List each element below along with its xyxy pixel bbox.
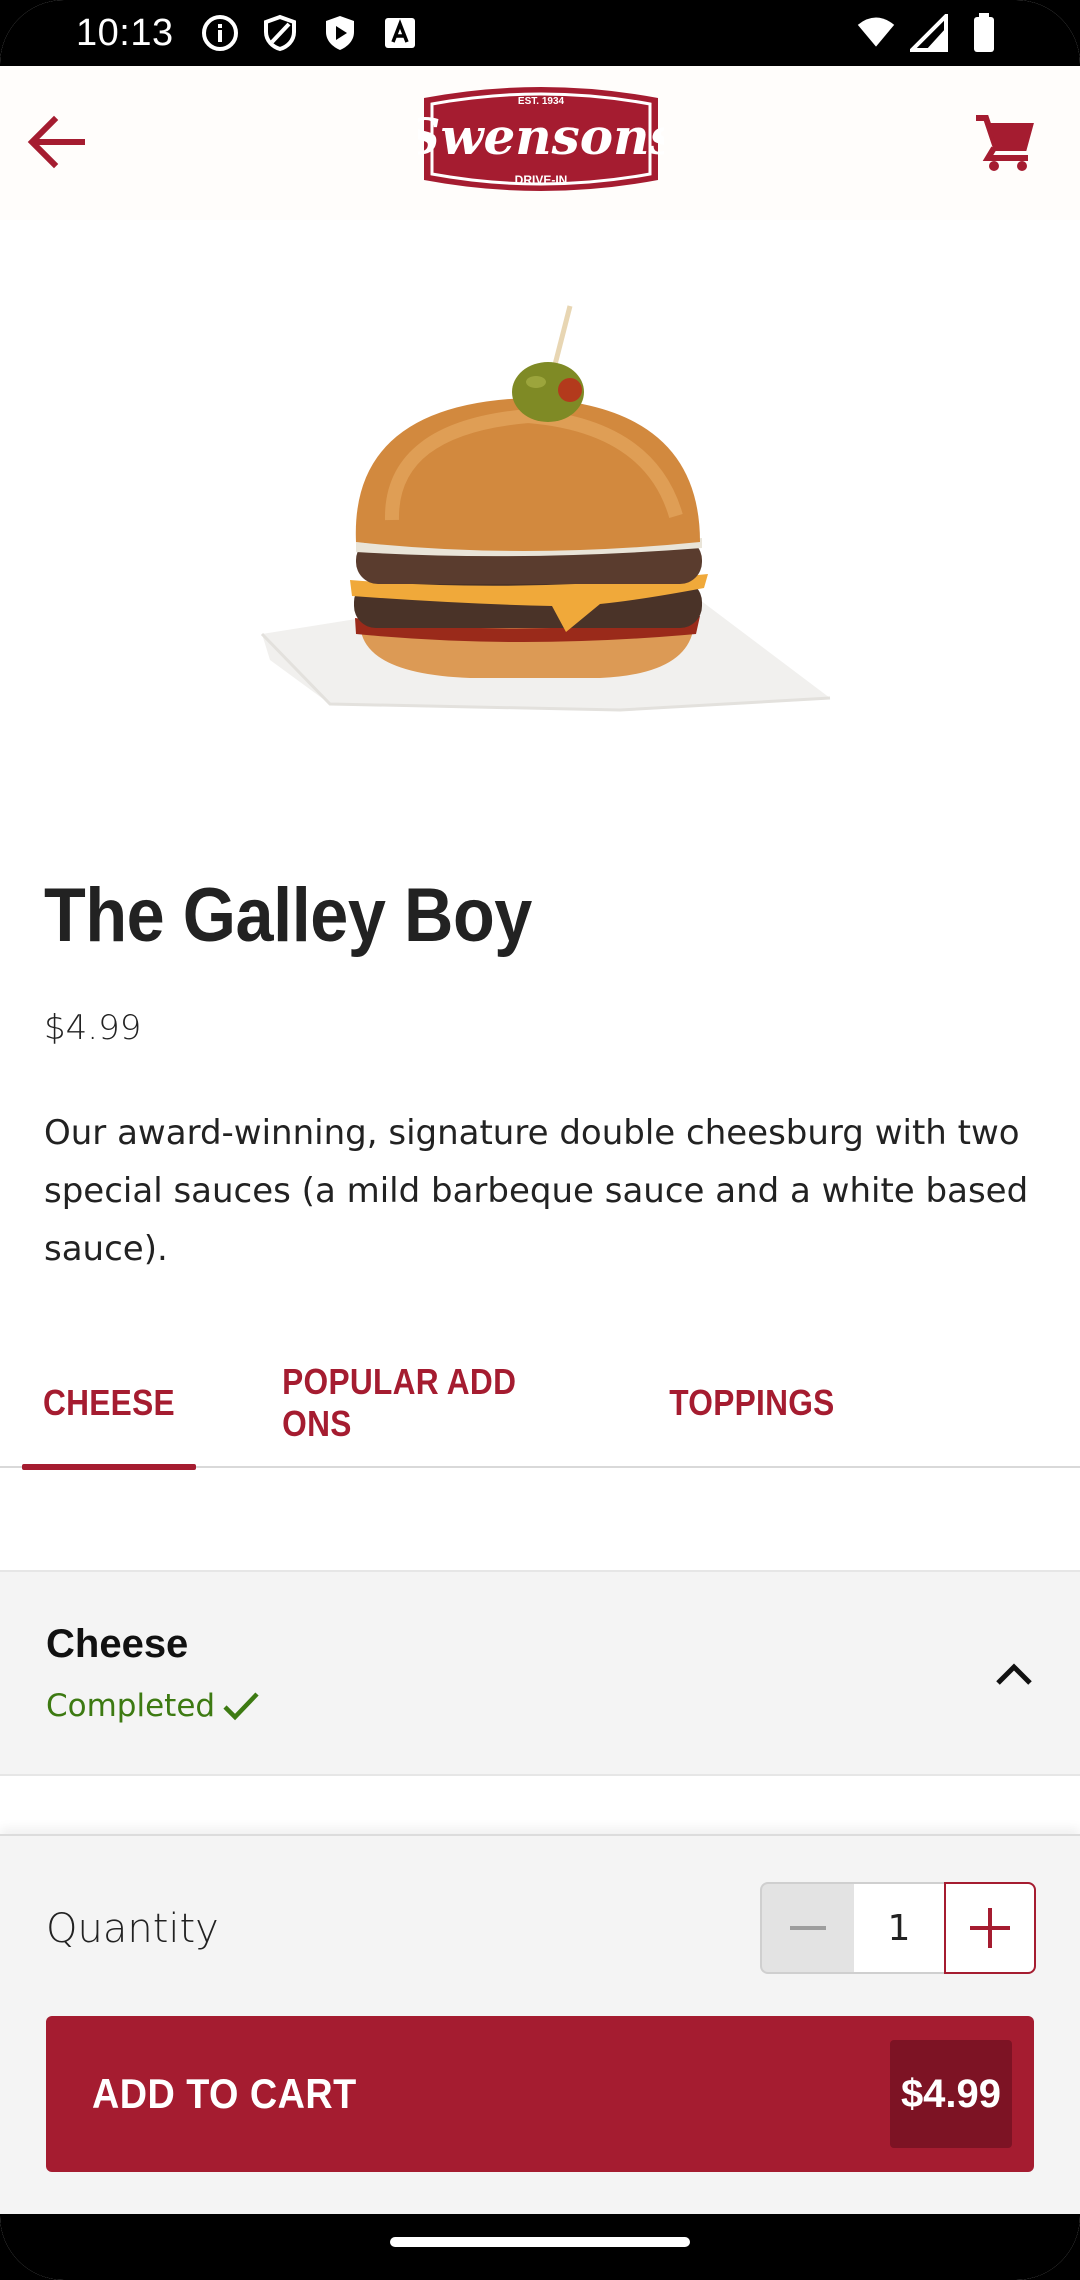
quantity-stepper: 1 [760, 1882, 1036, 1974]
logo-name: Swensons [418, 107, 664, 166]
info-icon [200, 13, 240, 53]
app-screen: 10:13 EST. 1934 Swensons DRIVE-IN The Ga… [0, 0, 1080, 2280]
cart-button[interactable] [968, 106, 1040, 178]
product-image [0, 220, 1080, 820]
checkmark-icon [223, 1692, 259, 1721]
shield-icon [260, 13, 300, 53]
cart-panel: Quantity 1 ADD TO CART $4.99 [0, 1834, 1080, 2214]
signal-icon [910, 13, 950, 53]
status-system-icons [856, 13, 1004, 53]
back-arrow-icon [27, 115, 85, 169]
app-header: EST. 1934 Swensons DRIVE-IN [0, 66, 1080, 220]
logo-subtitle: DRIVE-IN [515, 173, 568, 187]
back-button[interactable] [20, 106, 92, 178]
battery-icon [964, 13, 1004, 53]
logo-tagline: EST. 1934 [518, 96, 565, 107]
tab-popular-add-ons[interactable]: POPULAR ADD ONS [262, 1340, 598, 1466]
swensons-logo: EST. 1934 Swensons DRIVE-IN [404, 80, 678, 206]
add-to-cart-price: $4.99 [890, 2040, 1012, 2148]
home-indicator[interactable] [390, 2237, 690, 2247]
decrease-quantity-button[interactable] [760, 1882, 854, 1974]
add-to-cart-label: ADD TO CART [92, 2070, 357, 2117]
font-icon [380, 13, 420, 53]
tab-label: TOPPINGS [669, 1382, 835, 1423]
chevron-up-icon[interactable] [984, 1644, 1044, 1704]
tab-toppings[interactable]: TOPPINGS [660, 1340, 844, 1466]
plus-icon [970, 1908, 1010, 1948]
cheese-accordion[interactable]: Cheese Completed [0, 1570, 1080, 1776]
product-price: $4.99 [44, 1008, 142, 1048]
status-notification-icons [200, 13, 420, 53]
wifi-icon [856, 13, 896, 53]
accordion-status: Completed [46, 1688, 261, 1724]
status-time: 10:13 [76, 11, 174, 54]
product-description: Our award-winning, signature double chee… [44, 1113, 1029, 1269]
quantity-label: Quantity [46, 1906, 219, 1952]
minus-icon [790, 1926, 826, 1930]
accordion-title: Cheese [46, 1622, 189, 1666]
add-to-cart-button[interactable]: ADD TO CART $4.99 [46, 2016, 1034, 2172]
play-icon [320, 13, 360, 53]
system-nav-bar [0, 2214, 1080, 2280]
tab-cheese[interactable]: CHEESE [22, 1340, 196, 1470]
increase-quantity-button[interactable] [944, 1882, 1036, 1974]
status-bar: 10:13 [0, 0, 1080, 66]
cart-icon [976, 115, 1034, 171]
tab-label: POPULAR ADD ONS [282, 1361, 517, 1444]
status-text: Completed [46, 1688, 216, 1724]
quantity-value: 1 [854, 1882, 944, 1974]
tab-label: CHEESE [43, 1382, 175, 1423]
product-title: The Galley Boy [44, 873, 532, 958]
option-tabs: CHEESE POPULAR ADD ONS TOPPINGS [0, 1340, 1080, 1470]
